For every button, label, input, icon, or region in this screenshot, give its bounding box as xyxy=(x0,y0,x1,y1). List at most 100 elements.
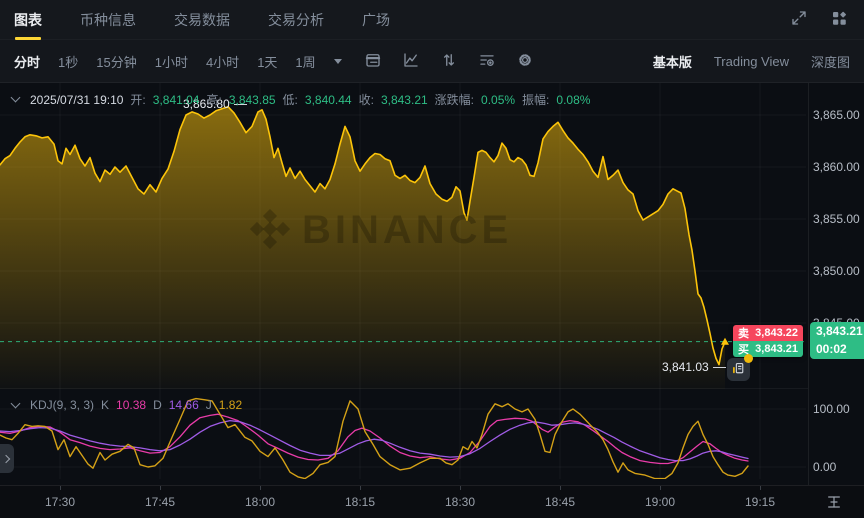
chevron-right-icon xyxy=(2,454,10,462)
time-axis-tick xyxy=(360,486,361,490)
kdj-title: KDJ(9, 3, 3) xyxy=(30,398,94,412)
price-axis-label: 3,860.00 xyxy=(813,160,860,174)
time-axis-label: 18:45 xyxy=(545,495,575,509)
indicators-button[interactable] xyxy=(438,50,460,72)
low-point-annotation: 3,841.03 xyxy=(662,360,726,374)
amplitude-value: 0.08% xyxy=(556,93,590,107)
price-axis-label: 3,865.00 xyxy=(813,108,860,122)
time-axis-label: 18:30 xyxy=(445,495,475,509)
interval-tab[interactable]: 4小时 xyxy=(206,52,239,71)
layout-widgets-icon xyxy=(830,9,848,30)
time-axis-label: 19:15 xyxy=(745,495,775,509)
nav-tab[interactable]: 交易数据 xyxy=(174,0,230,40)
open-value: 3,841.04 xyxy=(153,93,200,107)
interval-settings-button[interactable] xyxy=(362,50,384,72)
change-value: 0.05% xyxy=(481,93,515,107)
notification-dot xyxy=(744,354,753,363)
current-price: 3,843.21 xyxy=(816,323,864,340)
more-intervals-caret-icon[interactable] xyxy=(334,59,342,64)
price-chart[interactable] xyxy=(0,83,808,389)
high-label: 高: xyxy=(206,91,221,108)
tool-icons xyxy=(362,50,536,72)
price-axis-label: 3,850.00 xyxy=(813,264,860,278)
time-axis-tick xyxy=(760,486,761,490)
chevron-down-icon[interactable] xyxy=(11,398,21,408)
time-axis-tick xyxy=(560,486,561,490)
price-scale-button[interactable] xyxy=(824,493,844,513)
buy-price: 3,843.21 xyxy=(755,343,798,355)
top-nav: 图表币种信息交易数据交易分析广场 xyxy=(0,0,864,40)
sell-buy-quote: 卖 3,843.22 买 3,843.21 xyxy=(733,325,803,357)
d-label: D xyxy=(153,398,162,412)
candle-countdown: 00:02 xyxy=(816,341,864,358)
indicators-icon xyxy=(440,51,458,72)
indicator-settings-button[interactable] xyxy=(476,50,498,72)
list-settings-icon xyxy=(478,51,496,72)
time-axis-tick xyxy=(60,486,61,490)
chart-toolbar: 分时 1秒 15分钟 1小时 4小时 1天 1周 xyxy=(0,40,864,83)
interval-tab[interactable]: 1天 xyxy=(257,52,277,71)
kdj-axis-label: 0.00 xyxy=(813,460,836,474)
ohlc-datetime: 2025/07/31 19:10 xyxy=(30,93,123,107)
close-label: 收: xyxy=(359,91,374,108)
chart-style-button[interactable] xyxy=(400,50,422,72)
interval-list: 分时 1秒 15分钟 1小时 4小时 1天 1周 xyxy=(14,52,334,71)
price-scale-icon xyxy=(826,494,842,513)
time-axis-label: 17:45 xyxy=(145,495,175,509)
kdj-header: KDJ(9, 3, 3) K 10.38 D 14.66 J 1.82 xyxy=(12,398,242,412)
view-tab[interactable]: 深度图 xyxy=(811,52,850,71)
nav-tabs: 图表币种信息交易数据交易分析广场 xyxy=(14,0,428,40)
nav-tab[interactable]: 交易分析 xyxy=(268,0,324,40)
interval-tab[interactable]: 1秒 xyxy=(58,52,78,71)
price-axis-divider xyxy=(808,83,809,518)
nav-tab[interactable]: 图表 xyxy=(14,0,42,40)
view-switcher: 基本版 Trading View 深度图 xyxy=(653,52,850,71)
low-point-label: 3,841.03 xyxy=(662,360,709,374)
gear-icon xyxy=(516,51,534,72)
fullscreen-icon xyxy=(790,9,808,30)
view-tab[interactable]: Trading View xyxy=(714,54,789,69)
layout-widgets-button[interactable] xyxy=(828,9,850,31)
kdj-expand-button[interactable] xyxy=(0,444,14,473)
calendar-icon xyxy=(364,51,382,72)
interval-tab[interactable]: 1周 xyxy=(295,52,315,71)
interval-tab[interactable]: 分时 xyxy=(14,52,40,71)
orderbook-toggle-button[interactable] xyxy=(727,358,750,381)
time-axis-label: 18:15 xyxy=(345,495,375,509)
interval-tab[interactable]: 1小时 xyxy=(155,52,188,71)
low-label: 低: xyxy=(283,91,298,108)
trading-chart-page: 图表币种信息交易数据交易分析广场 xyxy=(0,0,864,518)
nav-right-actions xyxy=(788,9,850,31)
nav-tab[interactable]: 币种信息 xyxy=(80,0,136,40)
buy-quote: 买 3,843.21 xyxy=(733,341,803,357)
chart-settings-button[interactable] xyxy=(514,50,536,72)
sell-price: 3,843.22 xyxy=(755,327,798,339)
time-axis-label: 17:30 xyxy=(45,495,75,509)
interval-tab[interactable]: 15分钟 xyxy=(96,52,136,71)
time-axis-tick xyxy=(160,486,161,490)
nav-tab[interactable]: 广场 xyxy=(362,0,390,40)
k-label: K xyxy=(101,398,109,412)
chevron-down-icon[interactable] xyxy=(11,93,21,103)
view-tab[interactable]: 基本版 xyxy=(653,52,692,71)
price-axis-label: 3,855.00 xyxy=(813,212,860,226)
j-value: 1.82 xyxy=(219,398,242,412)
kdj-axis-label: 100.00 xyxy=(813,402,850,416)
d-value: 14.66 xyxy=(169,398,199,412)
ohlc-header: 2025/07/31 19:10 开: 3,841.04 高: 3,843.85… xyxy=(12,91,590,108)
sell-label: 卖 xyxy=(738,325,749,341)
close-value: 3,843.21 xyxy=(381,93,428,107)
k-value: 10.38 xyxy=(116,398,146,412)
low-value: 3,840.44 xyxy=(305,93,352,107)
change-label: 涨跌幅: xyxy=(435,91,474,108)
time-axis-tick xyxy=(260,486,261,490)
time-axis[interactable]: 17:3017:4518:0018:1518:3018:4519:0019:15 xyxy=(0,485,864,518)
time-axis-tick xyxy=(460,486,461,490)
open-label: 开: xyxy=(130,91,145,108)
panel-divider[interactable] xyxy=(0,388,808,389)
fullscreen-button[interactable] xyxy=(788,9,810,31)
amplitude-label: 振幅: xyxy=(522,91,549,108)
current-price-badge: 3,843.21 00:02 xyxy=(810,322,864,359)
sell-quote: 卖 3,843.22 xyxy=(733,325,803,341)
time-axis-tick xyxy=(660,486,661,490)
